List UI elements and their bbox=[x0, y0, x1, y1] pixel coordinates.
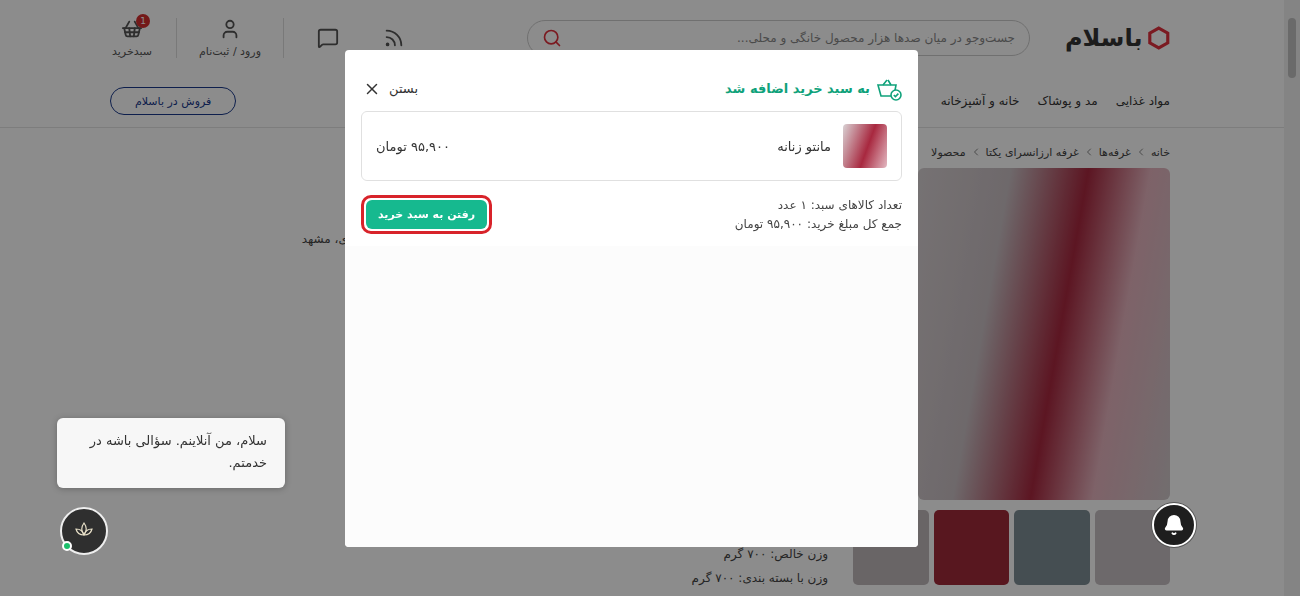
modal-header: به سبد خرید اضافه شد بستن bbox=[345, 50, 918, 111]
cart-check-icon bbox=[876, 77, 902, 101]
close-button[interactable]: بستن bbox=[363, 80, 418, 98]
close-icon bbox=[363, 80, 381, 98]
app: باسلامجست‌وجو در میان صدها هزار محصول خا… bbox=[0, 0, 1300, 596]
bell-icon bbox=[1163, 514, 1185, 536]
item-name: مانتو زنانه bbox=[777, 139, 831, 154]
modal-body bbox=[345, 246, 918, 547]
flower-logo-icon bbox=[72, 519, 96, 543]
item-image bbox=[843, 124, 887, 168]
item-price: ۹۵,۹۰۰ تومان bbox=[376, 139, 450, 154]
online-dot bbox=[62, 541, 72, 551]
highlight-outline: رفتن به سبد خرید bbox=[361, 195, 492, 234]
summary-line: تعداد کالاهای سبد: ۱ عدد bbox=[735, 198, 902, 212]
cart-summary: تعداد کالاهای سبد: ۱ عدد جمع کل مبلغ خرید… bbox=[345, 181, 918, 246]
modal-title: به سبد خرید اضافه شد bbox=[725, 77, 902, 101]
summary-line: جمع کل مبلغ خرید: ۹۵,۹۰۰ تومان bbox=[735, 217, 902, 231]
cart-modal: به سبد خرید اضافه شد بستن مانتو زنانه ۹۵,۹۰… bbox=[345, 50, 918, 547]
cart-item: مانتو زنانه ۹۵,۹۰۰ تومان bbox=[361, 111, 902, 181]
chat-bubble[interactable]: سلام، من آنلاینم. سؤالی باشه در خدمتم. bbox=[57, 418, 285, 488]
modal-overlay[interactable]: به سبد خرید اضافه شد بستن مانتو زنانه ۹۵,۹۰… bbox=[0, 0, 1300, 596]
chat-avatar[interactable] bbox=[60, 507, 108, 555]
notification-button[interactable] bbox=[1152, 503, 1196, 547]
go-to-cart-button[interactable]: رفتن به سبد خرید bbox=[366, 200, 487, 229]
